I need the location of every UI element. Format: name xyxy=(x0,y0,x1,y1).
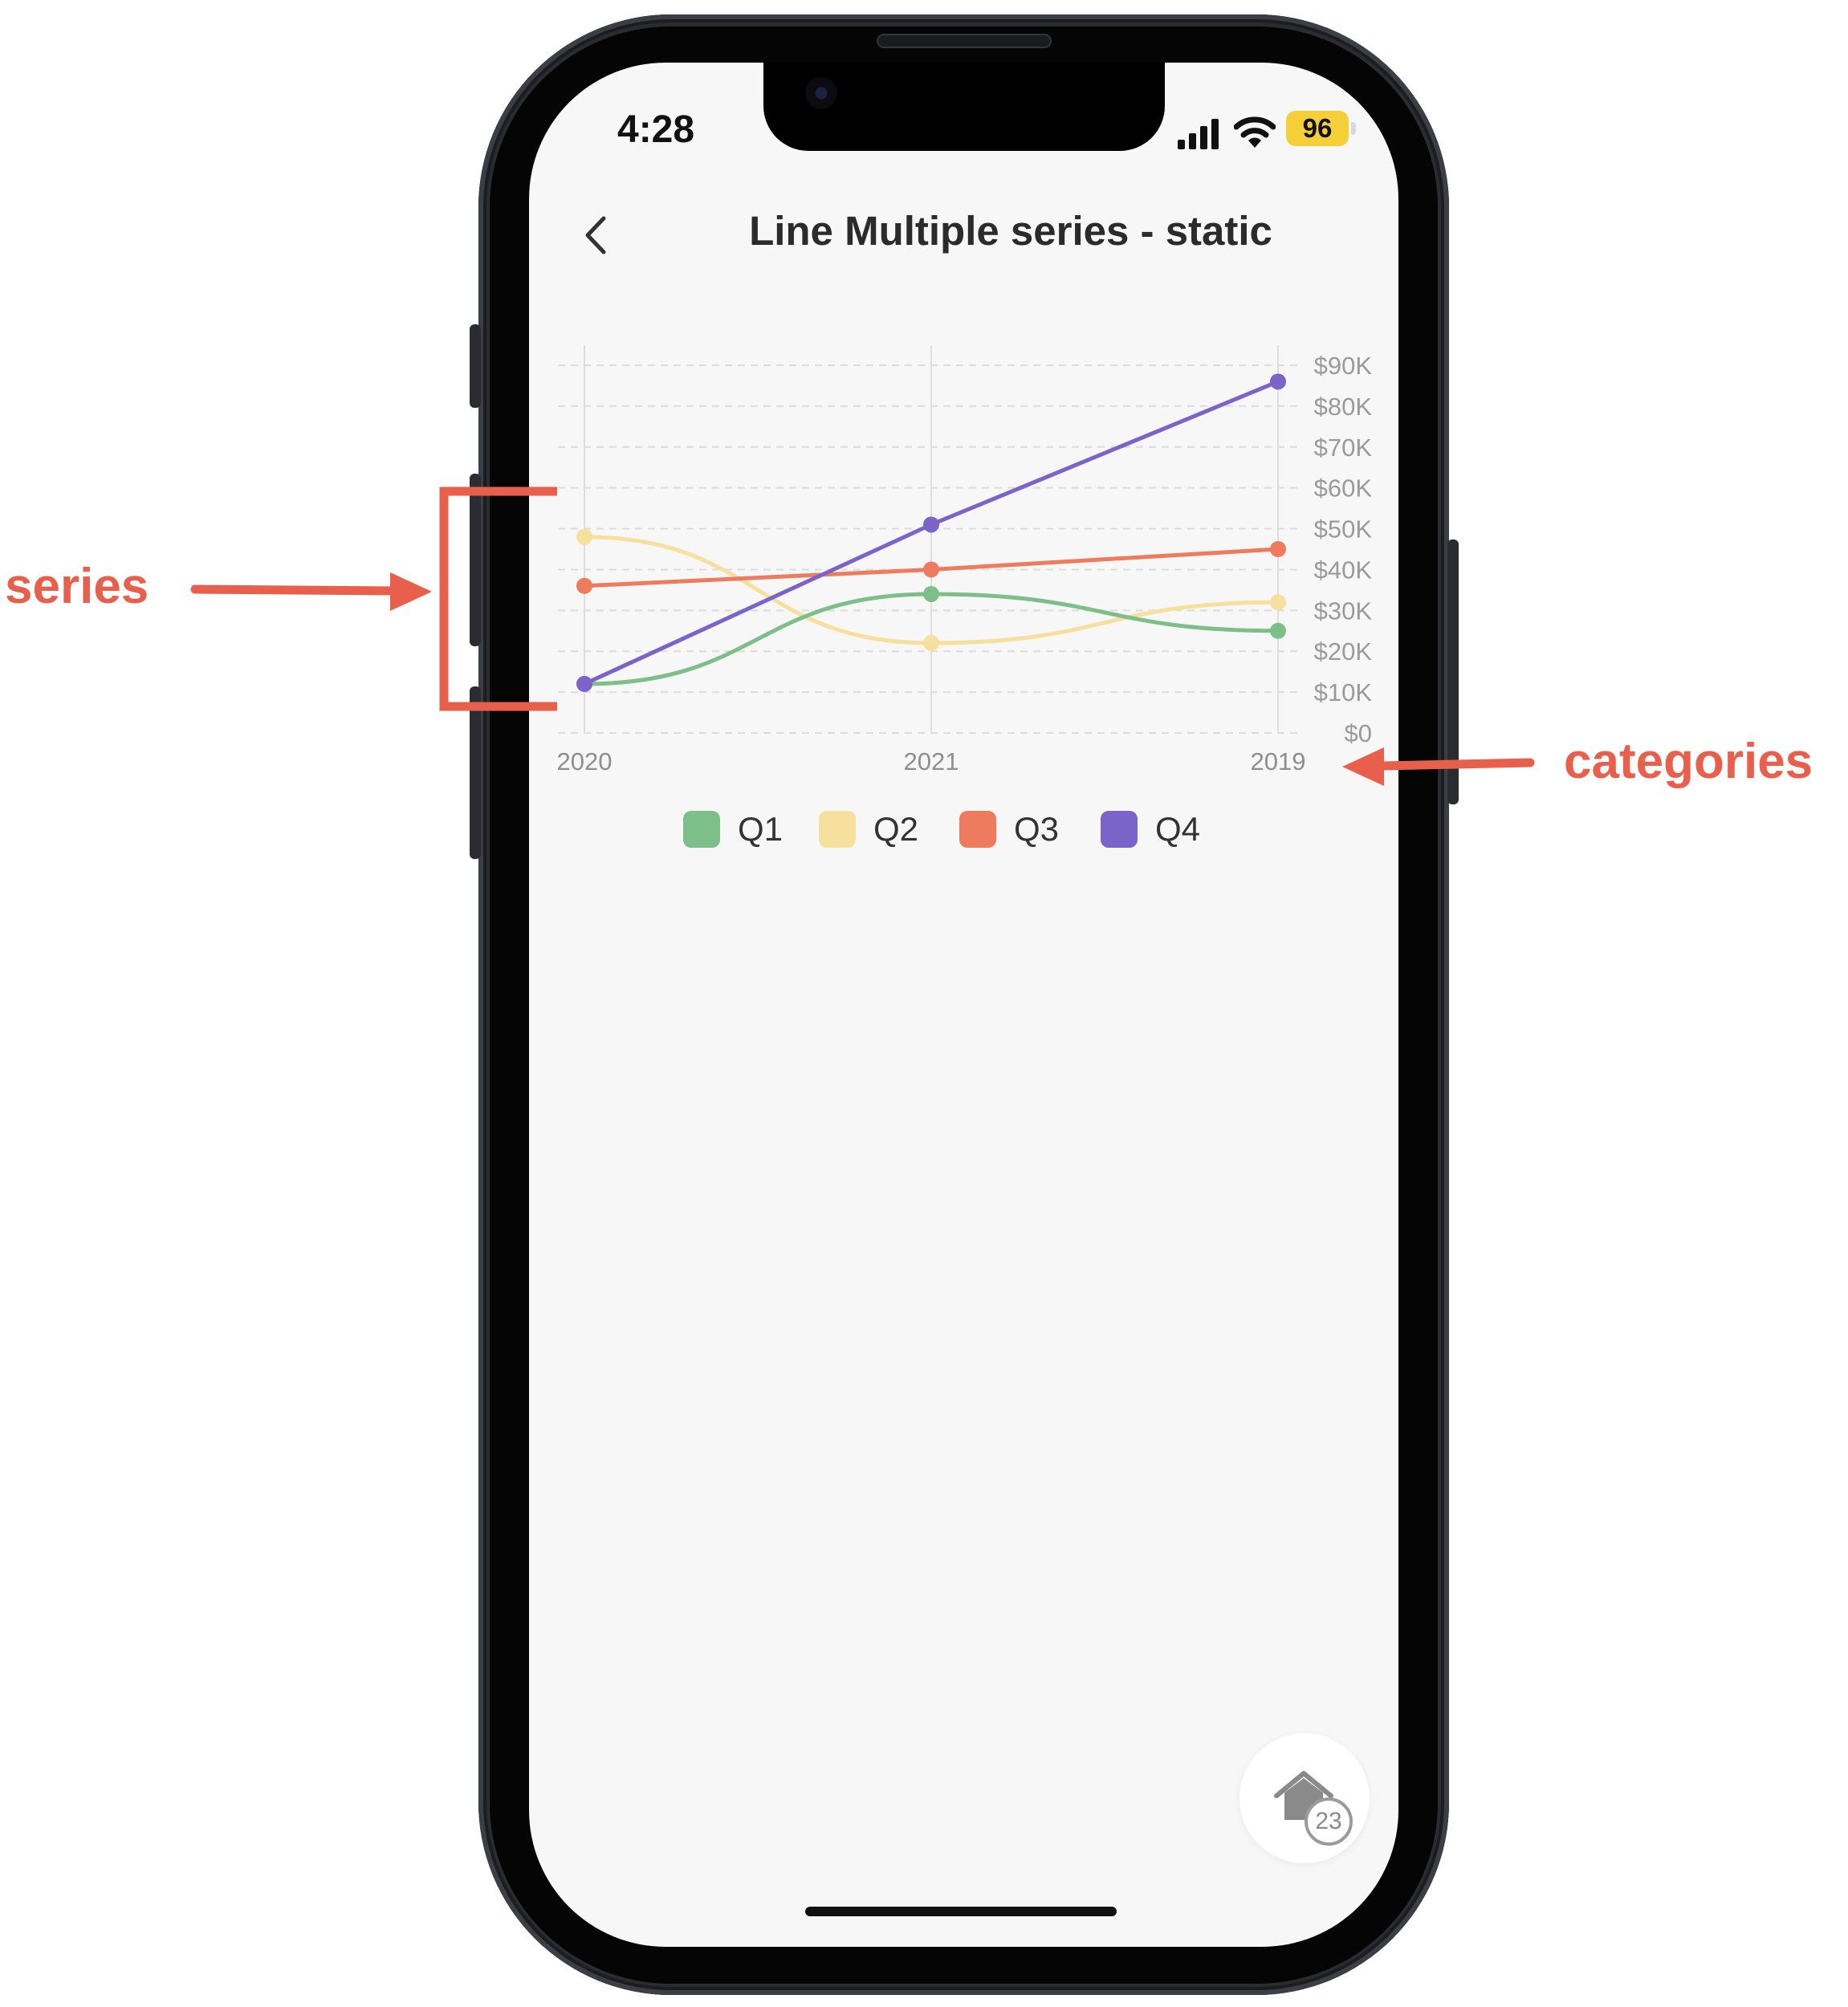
categories-annotation-label: categories xyxy=(1564,734,1813,789)
stage: 4:28 96 Line Multiple series - static $0… xyxy=(0,0,1848,2007)
series-annotation-graphics xyxy=(190,486,1535,786)
